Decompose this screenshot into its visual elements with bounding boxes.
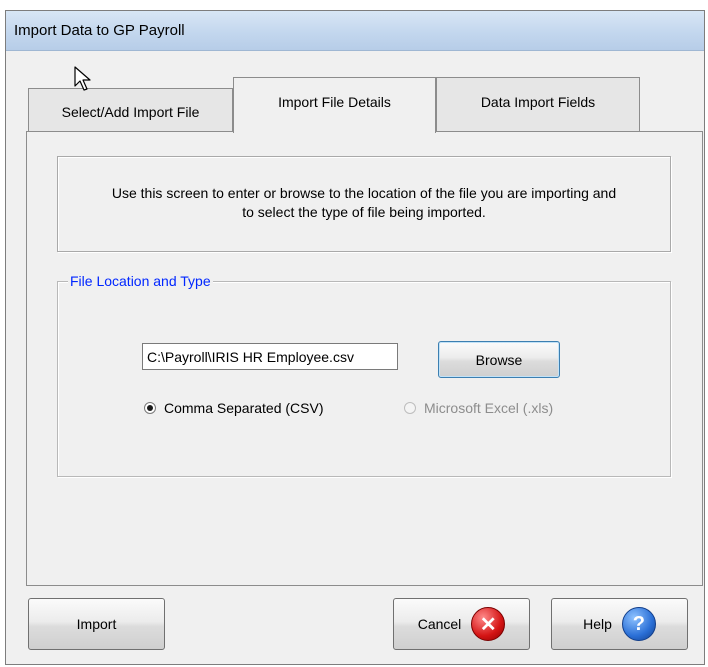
excel-radio: [404, 402, 416, 414]
tab-label: Select/Add Import File: [61, 104, 200, 120]
tab-select-add-import-file[interactable]: Select/Add Import File: [28, 88, 233, 132]
tab-panel: Use this screen to enter or browse to th…: [26, 131, 703, 586]
browse-label: Browse: [475, 351, 523, 368]
title-bar: Import Data to GP Payroll: [6, 11, 704, 51]
import-dialog: Import Data to GP Payroll Select/Add Imp…: [5, 10, 705, 665]
csv-radio[interactable]: [144, 402, 156, 414]
help-circle-icon: ?: [621, 607, 656, 641]
window-title: Import Data to GP Payroll: [14, 22, 185, 39]
import-label: Import: [76, 616, 117, 632]
help-label: Help: [583, 616, 612, 632]
tab-label: Data Import Fields: [480, 94, 596, 110]
file-location-group: File Location and Type Browse Comma Sepa…: [57, 273, 671, 477]
file-path-input[interactable]: [142, 343, 398, 370]
tab-bar: Select/Add Import File Import File Detai…: [28, 77, 668, 133]
csv-label: Comma Separated (CSV): [164, 400, 324, 416]
csv-option[interactable]: Comma Separated (CSV): [144, 400, 324, 416]
excel-label: Microsoft Excel (.xls): [424, 400, 554, 416]
excel-option: Microsoft Excel (.xls): [404, 400, 553, 416]
instructions-line-1: Use this screen to enter or browse to th…: [111, 185, 617, 201]
import-button[interactable]: Import: [28, 598, 165, 650]
tab-label: Import File Details: [278, 94, 391, 110]
help-button[interactable]: Help ?: [551, 598, 688, 650]
group-legend: File Location and Type: [68, 273, 213, 289]
cancel-label: Cancel: [417, 616, 462, 632]
instructions-line-2: to select the type of file being importe…: [242, 204, 486, 220]
tab-data-import-fields[interactable]: Data Import Fields: [436, 77, 640, 132]
tab-import-file-details[interactable]: Import File Details: [233, 77, 436, 133]
instructions-box: Use this screen to enter or browse to th…: [57, 156, 671, 252]
browse-button[interactable]: Browse: [438, 341, 560, 378]
mouse-pointer-icon: [74, 66, 91, 91]
close-circle-icon: ✕: [471, 607, 506, 641]
cancel-button[interactable]: Cancel ✕: [393, 598, 530, 650]
